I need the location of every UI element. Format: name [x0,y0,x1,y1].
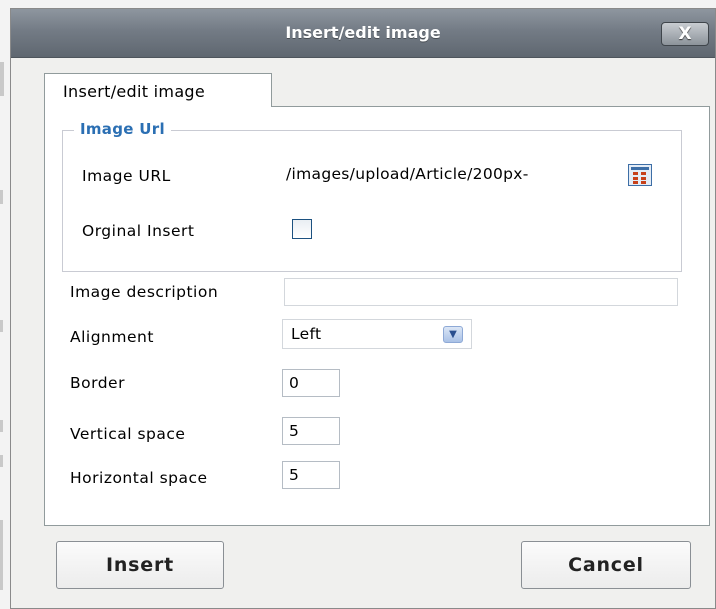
tab-insert-edit-image[interactable]: Insert/edit image [44,73,272,107]
horizontal-space-label: Horizontal space [70,469,208,487]
image-description-input[interactable] [284,278,678,306]
background-fragment [0,520,3,590]
background-fragment [0,455,3,467]
border-label: Border [70,374,125,392]
insert-button[interactable]: Insert [56,541,224,589]
browse-icon-bar [631,167,649,170]
background-fragment [0,420,3,432]
browse-icon-bar [633,177,638,180]
image-url-legend: Image Url [74,120,171,138]
browse-icon-bar [633,181,638,184]
alignment-selected-value: Left [291,325,322,343]
background-fragment [0,62,4,96]
image-url-label: Image URL [82,167,171,185]
browse-icon-bar [633,172,638,175]
browse-icon[interactable] [628,164,652,186]
alignment-label: Alignment [70,328,154,346]
image-url-input[interactable]: /images/upload/Article/200px- [276,161,622,191]
horizontal-space-input[interactable]: 5 [282,461,340,489]
browse-icon-bar [641,172,646,175]
chevron-down-icon[interactable]: ▼ [443,326,463,343]
browse-icon-bar [641,181,646,184]
dialog-title: Insert/edit image [285,23,441,42]
close-icon: X [678,24,692,44]
background-fragment [0,190,3,204]
vertical-space-input[interactable]: 5 [282,417,340,445]
image-description-label: Image description [70,283,219,301]
close-button[interactable]: X [661,22,709,46]
image-url-fieldset [62,130,682,272]
original-insert-checkbox[interactable] [292,219,312,239]
vertical-space-label: Vertical space [70,425,186,443]
border-input[interactable]: 0 [282,369,340,397]
dialog-titlebar[interactable]: Insert/edit image X [11,9,715,58]
cancel-button[interactable]: Cancel [521,541,691,589]
original-insert-label: Orginal Insert [82,222,195,240]
background-fragment [0,320,3,332]
browse-icon-bar [641,177,646,180]
